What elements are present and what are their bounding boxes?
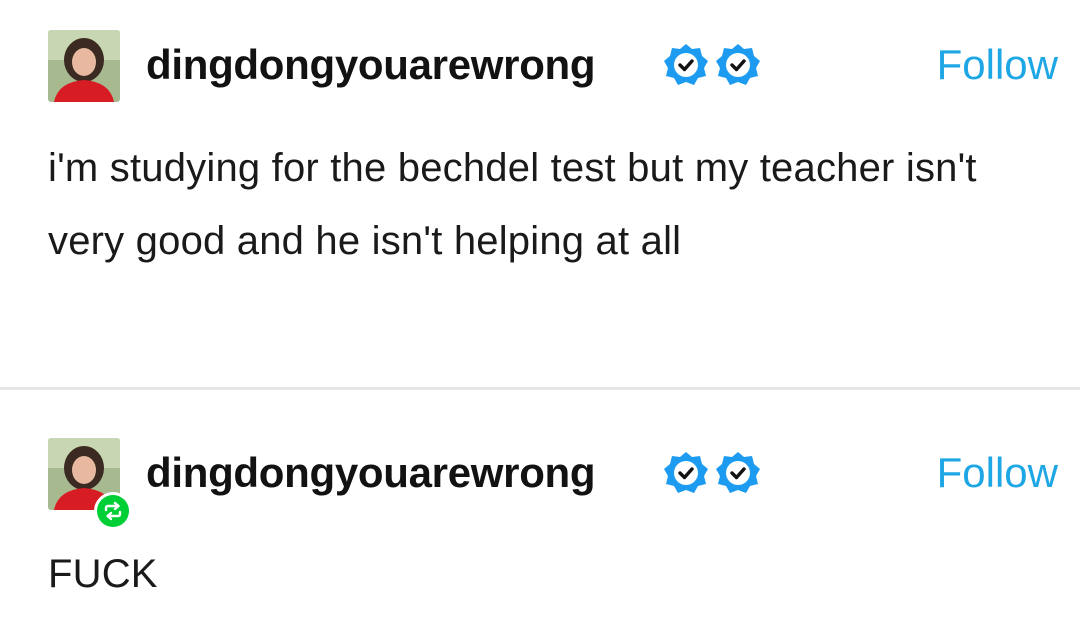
verified-badges (660, 448, 768, 500)
post-header: dingdongyouarewrong Follow (48, 30, 1058, 102)
post-header: dingdongyouarewrong Follow (48, 438, 1058, 530)
checkmark-badge-icon (664, 44, 708, 85)
reblog-icon (94, 492, 132, 530)
checkmark-badge-icon (716, 452, 760, 493)
username[interactable]: dingdongyouarewrong (146, 40, 596, 90)
post-body-text: i'm studying for the bechdel test but my… (48, 146, 977, 263)
checkmark-badge-icon (716, 44, 760, 85)
username[interactable]: dingdongyouarewrong (146, 448, 596, 498)
follow-button[interactable]: Follow (937, 40, 1058, 90)
follow-button[interactable]: Follow (937, 448, 1058, 498)
post-body-text: FUCK (48, 552, 158, 596)
checkmark-badge-icon (664, 452, 708, 493)
original-post: dingdongyouarewrong Follow i'm studying … (0, 0, 1080, 388)
reblog-post: dingdongyouarewrong Follow FUCK (0, 390, 1080, 624)
verified-badges (660, 40, 768, 92)
avatar[interactable] (48, 30, 120, 102)
